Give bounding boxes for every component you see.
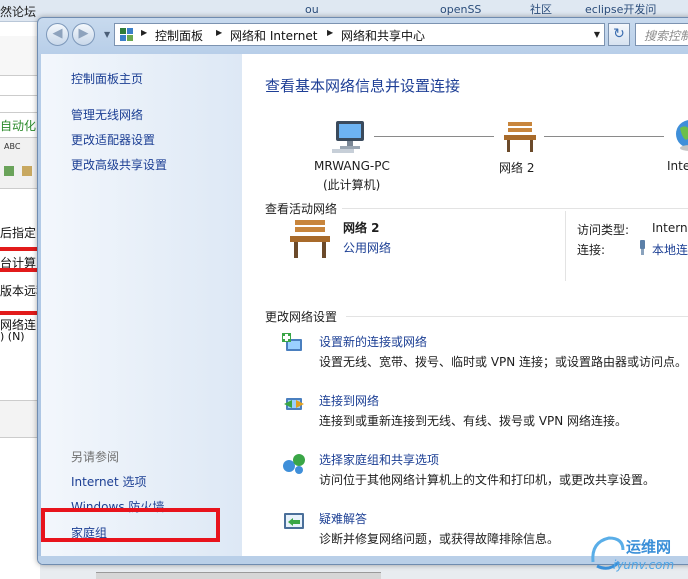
watermark-text: 运维网 (626, 538, 672, 556)
computer-icon[interactable] (330, 119, 370, 155)
manage-wireless-networks-link[interactable]: 管理无线网络 (71, 106, 143, 123)
background-tab-title: 然论坛 (0, 5, 37, 19)
search-placeholder: 搜索控制面 (644, 29, 688, 43)
background-browser-tab[interactable]: 然论坛 (0, 0, 40, 22)
active-network-bench-icon (290, 220, 330, 258)
refresh-icon: ↻ (613, 26, 625, 42)
address-dropdown-arrow[interactable]: ▼ (594, 30, 600, 39)
page-title: 查看基本网络信息并设置连接 (265, 77, 461, 95)
control-panel-icon (120, 28, 133, 41)
back-button[interactable]: ◀ (46, 23, 69, 46)
site-watermark: 运维网 iyunv.com (583, 528, 688, 579)
network-name: 网络 2 (499, 161, 535, 175)
setup-connection-link[interactable]: 设置新的连接或网络 (319, 333, 427, 350)
homegroup-sharing-desc: 访问位于其他网络计算机上的文件和打印机，或更改共享设置。 (319, 473, 656, 487)
back-arrow-icon: ◀ (52, 26, 63, 41)
background-red-mark-1 (0, 247, 40, 251)
network-sharing-center-window: ◀ ▶ ▼ ▶ 控制面板 ▶ 网络和 Internet ▶ 网络和共享中心 ▼ … (37, 17, 688, 565)
breadcrumb-separator[interactable]: ▶ (216, 28, 222, 37)
background-panel (0, 400, 40, 438)
breadcrumb-separator[interactable]: ▶ (141, 28, 147, 37)
access-type-value: Interne (652, 221, 688, 235)
connect-network-icon (284, 398, 304, 410)
forward-arrow-icon: ▶ (78, 26, 89, 41)
connections-label: 连接: (577, 243, 606, 257)
forward-button[interactable]: ▶ (72, 23, 95, 46)
connection-line (544, 136, 664, 137)
setup-connection-desc: 设置无线、宽带、拨号、临时或 VPN 连接；或设置路由器或访问点。 (319, 355, 688, 369)
local-connection-icon (640, 240, 645, 255)
address-bar[interactable]: ▶ 控制面板 ▶ 网络和 Internet ▶ 网络和共享中心 ▼ (114, 23, 605, 46)
background-red-mark-2 (0, 268, 40, 272)
highlight-annotation-box (41, 508, 220, 542)
task-pane: 控制面板主页 管理无线网络 更改适配器设置 更改高级共享设置 另请参阅 Inte… (41, 54, 242, 564)
network-setup-icon (282, 333, 302, 351)
homegroup-sharing-link[interactable]: 选择家庭组和共享选项 (319, 451, 439, 468)
change-settings-heading: 更改网络设置 (265, 310, 338, 324)
background-app-window: 然论坛 自动化 ABC 后指定 台计算 版本远程 网络连 ) (N) (0, 0, 40, 579)
divider (342, 208, 688, 209)
background-red-mark-3 (0, 311, 40, 315)
breadcrumb-network-internet[interactable]: 网络和 Internet (230, 27, 317, 44)
background-text-1: 自动化 (0, 119, 37, 133)
active-network-name: 网络 2 (343, 221, 380, 235)
change-adapter-settings-link[interactable]: 更改适配器设置 (71, 131, 155, 148)
refresh-button[interactable]: ↻ (608, 23, 630, 46)
access-type-label: 访问类型: (577, 223, 630, 237)
breadcrumb-control-panel[interactable]: 控制面板 (155, 27, 203, 44)
breadcrumb-network-sharing-center[interactable]: 网络和共享中心 (341, 27, 425, 44)
troubleshoot-desc: 诊断并修复网络问题，或获得故障排除信息。 (319, 532, 560, 546)
bench-network-icon[interactable] (500, 120, 540, 154)
connection-line (374, 136, 494, 137)
vertical-divider (565, 211, 566, 281)
background-input (0, 95, 40, 113)
connect-network-desc: 连接到或重新连接到无线、有线、拨号或 VPN 网络连接。 (319, 414, 628, 428)
divider (346, 316, 688, 317)
internet-label: Inte (667, 159, 688, 173)
homegroup-icon (283, 454, 305, 474)
troubleshoot-link[interactable]: 疑难解答 (319, 510, 367, 527)
background-text-6: ) (N) (0, 330, 25, 343)
internet-globe-icon[interactable] (674, 118, 688, 152)
background-editor-toolbar: ABC (0, 137, 40, 189)
network-type-link[interactable]: 公用网络 (343, 239, 391, 256)
background-bottom-bar (96, 572, 381, 579)
change-advanced-sharing-link[interactable]: 更改高级共享设置 (71, 156, 167, 173)
watermark-url: iyunv.com (613, 558, 675, 572)
recent-pages-dropdown[interactable]: ▼ (104, 30, 110, 39)
background-text-4: 版本远程 (0, 284, 40, 298)
background-text-2: 后指定 (0, 226, 37, 240)
computer-name: MRWANG-PC (314, 159, 390, 173)
background-toolbar (0, 36, 40, 76)
active-networks-heading: 查看活动网络 (265, 202, 338, 216)
control-panel-home-link[interactable]: 控制面板主页 (71, 70, 143, 87)
breadcrumb-separator[interactable]: ▶ (327, 28, 333, 37)
local-connection-link[interactable]: 本地连 (652, 241, 688, 258)
connect-network-link[interactable]: 连接到网络 (319, 392, 379, 409)
internet-options-link[interactable]: Internet 选项 (71, 473, 146, 490)
computer-subtitle: (此计算机) (323, 178, 381, 192)
search-box[interactable]: 搜索控制面 (635, 23, 688, 46)
main-content: 查看基本网络信息并设置连接 MRWANG-PC (此计算机) 网络 2 Inte… (242, 54, 688, 564)
navigation-bar: ◀ ▶ ▼ ▶ 控制面板 ▶ 网络和 Internet ▶ 网络和共享中心 ▼ … (38, 18, 688, 51)
see-also-heading: 另请参阅 (71, 450, 120, 464)
troubleshoot-icon (284, 513, 304, 529)
